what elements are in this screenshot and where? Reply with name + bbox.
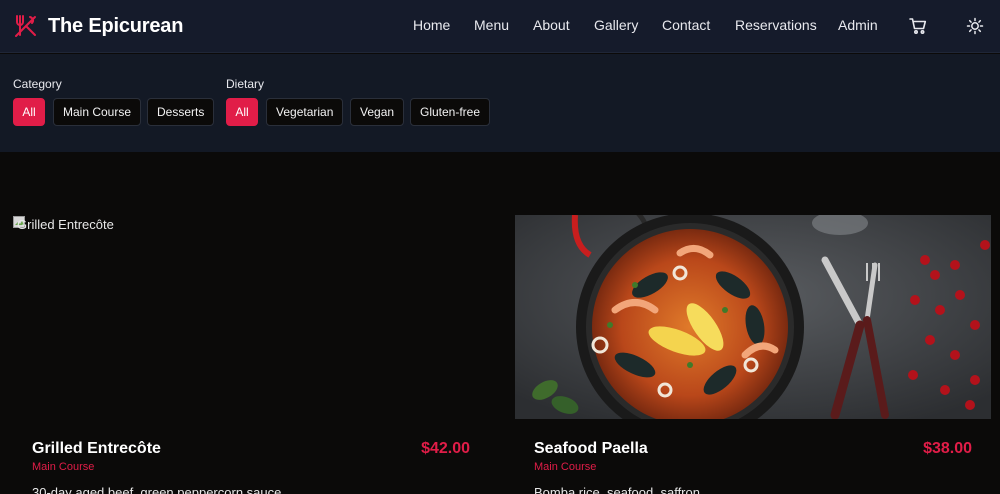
nav-link-menu[interactable]: Menu xyxy=(474,17,509,33)
dietary-chip-vegetarian[interactable]: Vegetarian xyxy=(266,98,344,126)
paella-photo xyxy=(515,215,991,419)
category-chip-main-course[interactable]: Main Course xyxy=(53,98,142,126)
dietary-chip-all[interactable]: All xyxy=(226,98,258,126)
dietary-chip-gluten-free[interactable]: Gluten-free xyxy=(410,98,491,126)
menu-item-name: Seafood Paella xyxy=(534,440,648,457)
menu-item-description: 30-day aged beef, green peppercorn sauce xyxy=(32,485,282,494)
dietary-chip-vegan[interactable]: Vegan xyxy=(350,98,405,126)
brand-logo[interactable]: The Epicurean xyxy=(13,12,183,40)
utensils-crossed-icon xyxy=(15,15,36,37)
menu-item-category: Main Course xyxy=(32,461,95,473)
brand-name: The Epicurean xyxy=(48,14,184,37)
menu-item-image-alt: Grilled Entrecôte xyxy=(17,217,114,232)
category-chip-desserts[interactable]: Desserts xyxy=(147,98,215,126)
nav-link-home[interactable]: Home xyxy=(413,17,450,33)
nav-link-reservations[interactable]: Reservations xyxy=(735,17,817,33)
filter-bar: Category All Main Course Desserts Dietar… xyxy=(0,54,1000,152)
nav-link-gallery[interactable]: Gallery xyxy=(594,17,638,33)
nav-link-admin[interactable]: Admin xyxy=(838,17,878,33)
category-chip-all[interactable]: All xyxy=(13,98,45,126)
nav-link-contact[interactable]: Contact xyxy=(662,17,710,33)
navbar: The Epicurean Home Menu About Gallery Co… xyxy=(0,0,1000,53)
menu-item-price: $42.00 xyxy=(421,440,470,457)
menu-item-category: Main Course xyxy=(534,461,597,473)
menu-item-price: $38.00 xyxy=(923,440,972,457)
category-filter-label: Category xyxy=(13,77,62,91)
menu-item-name: Grilled Entrecôte xyxy=(32,440,161,457)
menu-item-image xyxy=(515,215,991,419)
menu-item-image-broken: Grilled Entrecôte xyxy=(13,215,489,419)
nav-link-about[interactable]: About xyxy=(533,17,570,33)
dietary-filter-label: Dietary xyxy=(226,77,265,91)
menu-item-card[interactable]: Seafood Paella $38.00 Main Course Bomba … xyxy=(515,215,991,494)
cart-icon[interactable] xyxy=(908,16,928,36)
menu-item-description: Bomba rice, seafood, saffron xyxy=(534,485,700,494)
menu-item-card[interactable]: Grilled Entrecôte Grilled Entrecôte $42.… xyxy=(13,215,489,494)
sun-icon[interactable] xyxy=(965,16,985,36)
